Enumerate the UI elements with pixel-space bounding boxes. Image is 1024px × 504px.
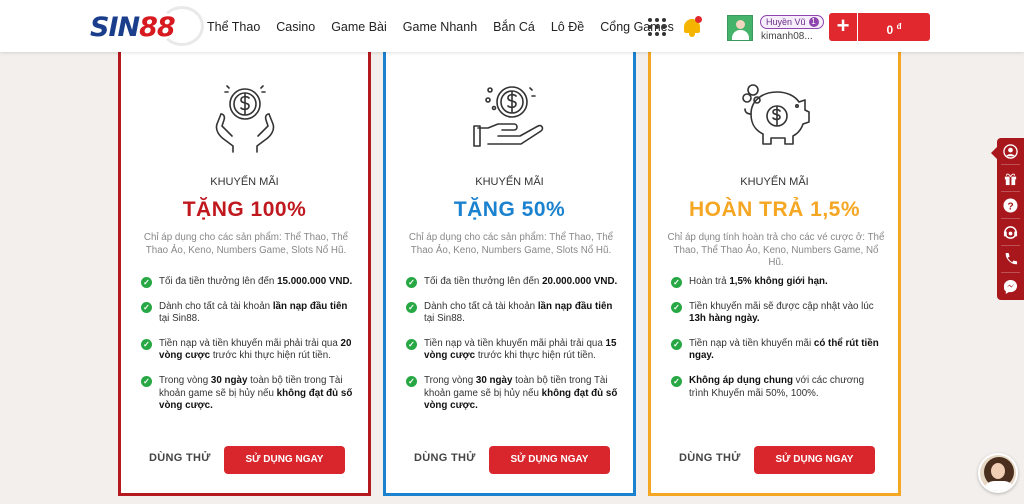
promo-point: ✓ Tiền nạp và tiền khuyến mãi có thể rút …: [671, 338, 883, 363]
promo-points-list: ✓ Hoàn trả 1,5% không giới hạn. ✓ Tiền khu…: [671, 276, 883, 412]
use-now-button[interactable]: SỬ DỤNG NGAY: [224, 446, 345, 474]
check-icon: ✓: [141, 338, 152, 350]
promo-point: ✓ Tiền nạp và tiền khuyến mãi phải trải q…: [141, 338, 353, 363]
notification-dot: [695, 16, 702, 23]
check-icon: ✓: [406, 301, 417, 313]
hand-coin-icon: [473, 86, 544, 147]
promo-card-50: KHUYẾN MÃI TẶNG 50% Chỉ áp dụng cho các …: [383, 52, 636, 496]
promo-card-cashback: KHUYẾN MÃI HOÀN TRẢ 1,5% Chỉ áp dụng tín…: [648, 52, 901, 496]
promo-point: ✓ Trong vòng 30 ngày toàn bộ tiền trong T…: [141, 375, 353, 413]
promo-description: Chỉ áp dụng cho các sản phẩm: Thể Thao, …: [408, 232, 614, 256]
user-avatar[interactable]: [727, 15, 753, 41]
check-icon: ✓: [671, 375, 682, 387]
support-icon[interactable]: [1003, 225, 1018, 240]
site-logo[interactable]: SIN88: [90, 12, 176, 43]
check-icon: ✓: [671, 301, 682, 313]
nav-item-card-games[interactable]: Game Bài: [331, 20, 387, 34]
promo-card-100: KHUYẾN MÃI TẶNG 100% Chỉ áp dụng cho các…: [118, 52, 371, 496]
promo-points-list: ✓ Tối đa tiền thưởng lên đến 20.000.000 V…: [406, 276, 618, 425]
gift-icon[interactable]: [1003, 171, 1018, 186]
help-icon[interactable]: ?: [1003, 198, 1018, 213]
nav-item-quick-games[interactable]: Game Nhanh: [403, 20, 477, 34]
check-icon: ✓: [141, 375, 152, 387]
try-button[interactable]: DÙNG THỬ: [679, 452, 741, 464]
promo-point: ✓ Trong vòng 30 ngày toàn bộ tiền trong T…: [406, 375, 618, 413]
logo-text: SIN: [90, 12, 140, 43]
user-display-name: Huyền Vũ: [766, 17, 806, 27]
promo-point: ✓ Tiền nạp và tiền khuyến mãi phải trải q…: [406, 338, 618, 363]
currency-symbol: đ: [896, 22, 902, 31]
check-icon: ✓: [406, 338, 417, 350]
apps-grid-icon[interactable]: [648, 18, 666, 36]
check-icon: ✓: [671, 277, 682, 288]
piggy-bank-icon: [742, 84, 810, 145]
nav-item-fishing[interactable]: Bắn Cá: [493, 20, 535, 34]
nav-item-lottery[interactable]: Lô Đề: [551, 20, 584, 34]
balance-display[interactable]: 0 đ: [858, 13, 930, 41]
phone-icon[interactable]: [1003, 252, 1018, 267]
promo-title: HOÀN TRẢ 1,5%: [688, 198, 861, 221]
promo-point: ✓ Tiền khuyến mãi sẽ được cập nhật vào lú…: [671, 301, 883, 326]
vip-level: 1: [808, 17, 819, 27]
promo-point: ✓ Tối đa tiền thưởng lên đến 15.000.000 V…: [141, 276, 353, 289]
promo-description: Chỉ áp dụng cho các sản phẩm: Thể Thao, …: [143, 232, 349, 256]
promo-points-list: ✓ Tối đa tiền thưởng lên đến 15.000.000 V…: [141, 276, 353, 425]
nav-item-sports[interactable]: Thể Thao: [207, 20, 260, 34]
promo-subtitle: KHUYẾN MÃI: [210, 176, 279, 188]
promo-title: TẶNG 50%: [453, 198, 566, 221]
username: kimanh08...: [761, 31, 813, 42]
user-badge: Huyền Vũ 1: [760, 15, 824, 29]
notification-bell-icon[interactable]: [682, 16, 702, 38]
check-icon: ✓: [141, 277, 152, 288]
top-header: SIN88 Thể Thao Casino Game Bài Game Nhan…: [0, 0, 1024, 52]
hands-coin-icon: [215, 85, 275, 153]
toolbar-pointer: [991, 147, 997, 159]
live-chat-avatar[interactable]: [978, 453, 1018, 493]
promo-subtitle: KHUYẾN MÃI: [475, 176, 544, 188]
check-icon: ✓: [406, 277, 417, 288]
promo-point: ✓ Không áp dụng chung với các chương trìn…: [671, 375, 883, 400]
promo-point: ✓ Dành cho tất cả tài khoản lần nạp đầu t…: [141, 301, 353, 326]
main-nav: Thể Thao Casino Game Bài Game Nhanh Bắn …: [207, 20, 674, 34]
promo-subtitle: KHUYẾN MÃI: [740, 176, 809, 188]
svg-text:?: ?: [1007, 201, 1013, 212]
check-icon: ✓: [406, 375, 417, 387]
promo-description: Chỉ áp dụng tính hoàn trả cho các vé cượ…: [667, 232, 885, 268]
use-now-button[interactable]: SỬ DỤNG NGAY: [489, 446, 610, 474]
use-now-button[interactable]: SỬ DỤNG NGAY: [754, 446, 875, 474]
try-button[interactable]: DÙNG THỬ: [414, 452, 476, 464]
nav-item-casino[interactable]: Casino: [276, 20, 315, 34]
promo-title: TẶNG 100%: [182, 198, 307, 221]
logo-accent-text: 88: [139, 12, 176, 43]
check-icon: ✓: [671, 338, 682, 350]
check-icon: ✓: [141, 301, 152, 313]
try-button[interactable]: DÙNG THỬ: [149, 452, 211, 464]
promo-point: ✓ Tối đa tiền thưởng lên đến 20.000.000 V…: [406, 276, 618, 289]
floating-side-toolbar: ?: [991, 138, 1024, 300]
user-icon[interactable]: [1003, 144, 1018, 159]
balance-value: 0: [886, 23, 894, 37]
promo-point: ✓ Hoàn trả 1,5% không giới hạn.: [671, 276, 883, 289]
deposit-button[interactable]: +: [829, 13, 857, 41]
messenger-icon[interactable]: [1003, 279, 1018, 294]
promo-point: ✓ Dành cho tất cả tài khoản lần nạp đầu t…: [406, 301, 618, 326]
